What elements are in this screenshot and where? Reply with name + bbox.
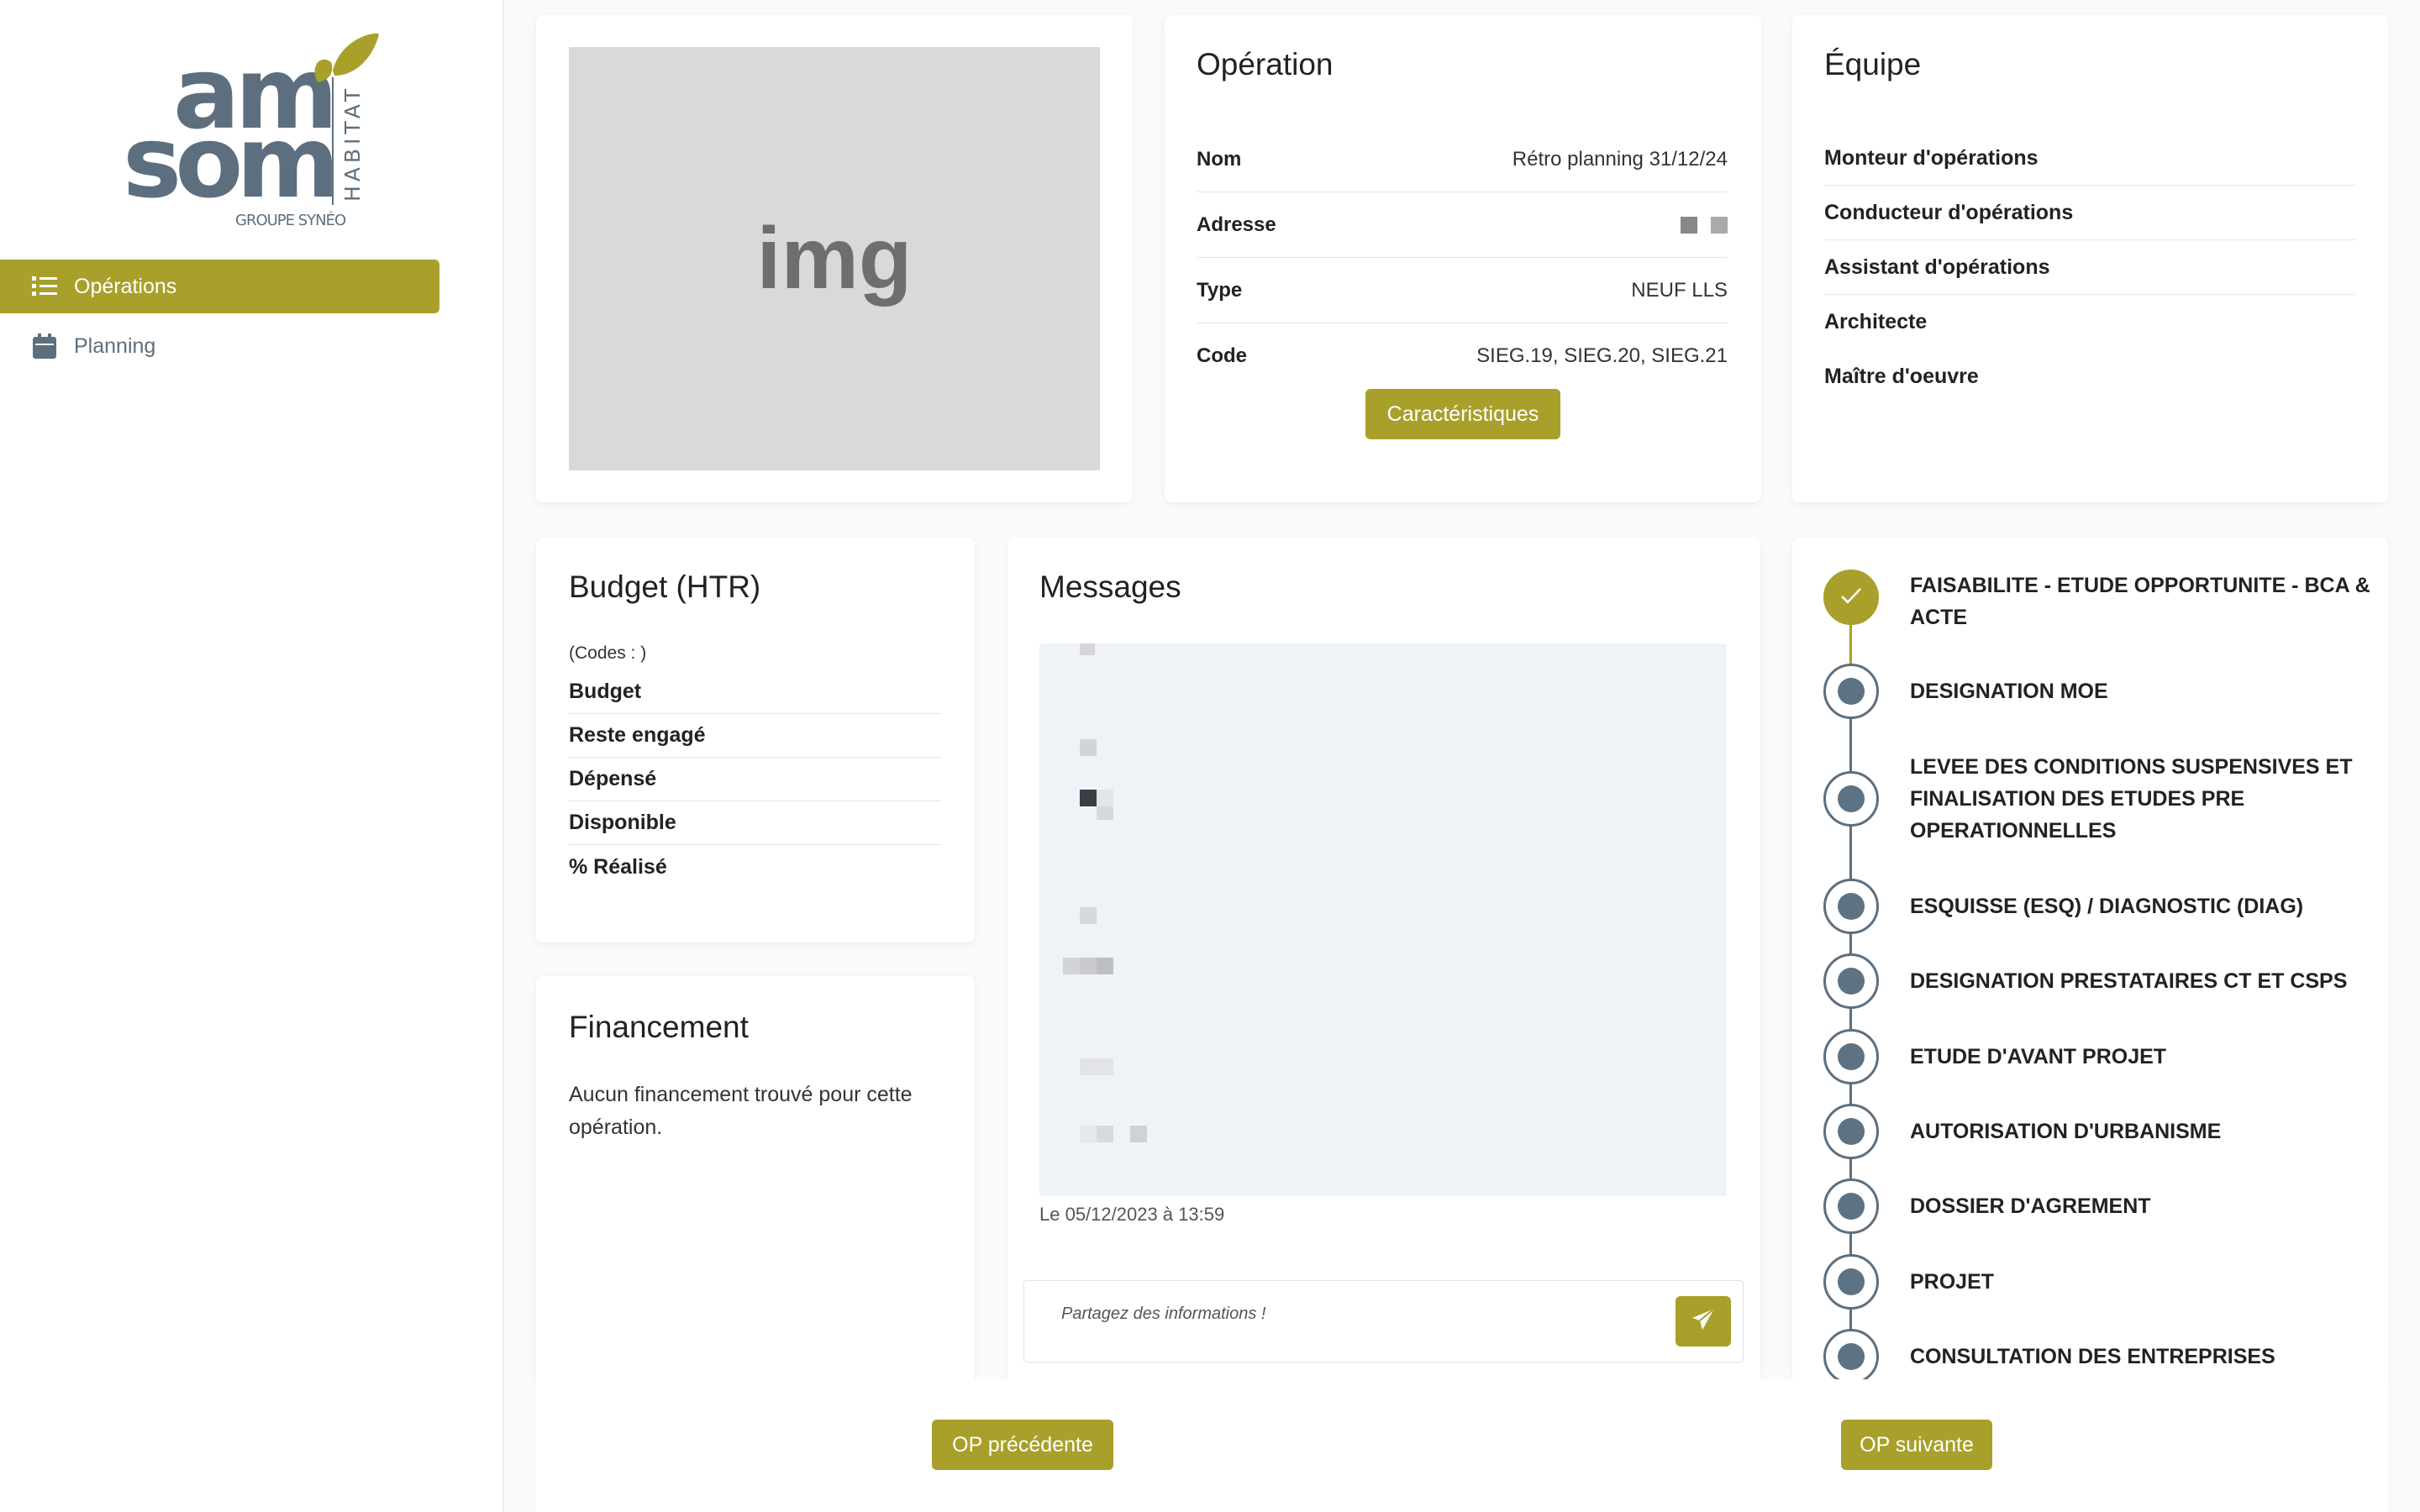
operation-navigation-bar: OP précédente OP suivante <box>536 1379 2388 1512</box>
row-key: Type <box>1197 278 1243 302</box>
sidebar-item-label: Opérations <box>74 274 177 298</box>
leaf-icon <box>333 33 379 76</box>
row-key: Adresse <box>1197 213 1276 236</box>
team-role: Assistant d'opérations <box>1824 240 2355 295</box>
operation-title: Opération <box>1197 47 1334 81</box>
budget-row: Budget <box>569 670 942 714</box>
caracteristiques-button[interactable]: Caractéristiques <box>1365 389 1560 439</box>
operation-image-card: img <box>536 15 1133 502</box>
budget-codes: (Codes : ) <box>569 643 647 663</box>
timeline-step-label: PROJET <box>1910 1270 1995 1294</box>
budget-row: Disponible <box>569 801 942 845</box>
team-title: Équipe <box>1824 47 1922 81</box>
send-message-button[interactable] <box>1676 1296 1731 1347</box>
timeline-step[interactable] <box>1823 1104 1879 1159</box>
step-dot-icon <box>1838 785 1865 812</box>
row-value: NEUF LLS <box>1631 278 1728 302</box>
sidebar-item-label: Planning <box>74 333 156 358</box>
row-key: Nom <box>1197 147 1242 171</box>
financement-card: Financement Aucun financement trouvé pou… <box>536 976 975 1379</box>
timeline-step-label: AUTORISATION D'URBANISME <box>1910 1120 2222 1143</box>
messages-card: Messages Le 05/12/2023 à 13:59 Partagez … <box>1007 538 1760 1379</box>
timeline-step[interactable] <box>1823 664 1879 719</box>
timeline-step[interactable] <box>1823 879 1879 934</box>
step-dot-icon <box>1838 968 1865 995</box>
operation-row-nom: Nom Rétro planning 31/12/24 <box>1197 127 1728 192</box>
timeline-step[interactable] <box>1823 1179 1879 1234</box>
row-key: Code <box>1197 344 1247 367</box>
address-redacted <box>1667 213 1728 237</box>
phases-timeline-card: FAISABILITE - ETUDE OPPORTUNITE - BCA & … <box>1792 538 2388 1379</box>
budget-row: Dépensé <box>569 758 942 801</box>
sidebar: am som HABITAT GROUPE SYNÉO Opérations P… <box>0 0 504 1512</box>
row-value: SIEG.19, SIEG.20, SIEG.21 <box>1476 344 1728 367</box>
step-dot-icon <box>1838 1268 1865 1295</box>
calendar-icon <box>32 333 57 359</box>
budget-title: Budget (HTR) <box>569 570 761 604</box>
timeline-step[interactable] <box>1823 953 1879 1009</box>
send-icon <box>1691 1307 1715 1336</box>
team-role: Conducteur d'opérations <box>1824 186 2355 240</box>
logo-letters-som: som <box>123 104 333 220</box>
timeline-step-label: ESQUISSE (ESQ) / DIAGNOSTIC (DIAG) <box>1910 895 2304 918</box>
list-icon <box>32 274 57 299</box>
operation-card: Opération Nom Rétro planning 31/12/24 Ad… <box>1165 15 1761 502</box>
message-input[interactable]: Partagez des informations ! <box>1023 1280 1744 1362</box>
row-value: Rétro planning 31/12/24 <box>1512 147 1728 171</box>
step-dot-icon <box>1838 1118 1865 1145</box>
timeline-step-label: LEVEE DES CONDITIONS SUSPENSIVES ET FINA… <box>1910 755 2353 843</box>
timeline-step-label: DESIGNATION MOE <box>1910 680 2108 703</box>
check-icon <box>1840 586 1862 609</box>
step-dot-icon <box>1838 678 1865 705</box>
message-timestamp: Le 05/12/2023 à 13:59 <box>1039 1204 1225 1225</box>
financement-title: Financement <box>569 1010 749 1044</box>
team-card: Équipe Monteur d'opérations Conducteur d… <box>1792 15 2388 502</box>
previous-operation-button[interactable]: OP précédente <box>932 1420 1113 1470</box>
timeline-step-done[interactable] <box>1823 570 1879 625</box>
budget-card: Budget (HTR) (Codes : ) Budget Reste eng… <box>536 538 975 942</box>
sidebar-item-operations[interactable]: Opérations <box>0 260 439 313</box>
next-operation-button[interactable]: OP suivante <box>1841 1420 1992 1470</box>
timeline-step[interactable] <box>1823 1029 1879 1084</box>
step-dot-icon <box>1838 1193 1865 1220</box>
team-role: Monteur d'opérations <box>1824 131 2355 186</box>
timeline-step-label: CONSULTATION DES ENTREPRISES <box>1910 1345 2275 1368</box>
message-thread[interactable] <box>1039 643 1727 1196</box>
team-role: Maître d'oeuvre <box>1824 365 1979 388</box>
step-dot-icon <box>1838 1043 1865 1070</box>
team-role: Architecte <box>1824 310 1928 333</box>
message-input-placeholder: Partagez des informations ! <box>1061 1305 1266 1323</box>
sidebar-item-planning[interactable]: Planning <box>0 319 439 373</box>
step-dot-icon <box>1838 1343 1865 1370</box>
timeline-step-label: DESIGNATION PRESTATAIRES CT ET CSPS <box>1910 969 2348 993</box>
operation-image-placeholder: img <box>569 47 1100 470</box>
budget-row: Reste engagé <box>569 714 942 758</box>
operation-row-code: Code SIEG.19, SIEG.20, SIEG.21 <box>1197 323 1728 389</box>
timeline-step[interactable] <box>1823 771 1879 827</box>
timeline-step-label: ETUDE D'AVANT PROJET <box>1910 1045 2167 1068</box>
timeline-step[interactable] <box>1823 1254 1879 1310</box>
messages-title: Messages <box>1039 570 1181 604</box>
timeline-step[interactable] <box>1823 1329 1879 1379</box>
operation-row-adresse: Adresse <box>1197 192 1728 258</box>
logo-habitat: HABITAT <box>340 85 365 202</box>
step-dot-icon <box>1838 893 1865 920</box>
budget-row: % Réalisé <box>569 854 667 879</box>
logo-groupe-syneo: GROUPE SYNÉO <box>235 211 346 229</box>
timeline-step-label: FAISABILITE - ETUDE OPPORTUNITE - BCA & … <box>1910 574 2370 629</box>
timeline-step-label: DOSSIER D'AGREMENT <box>1910 1194 2151 1218</box>
operation-row-type: Type NEUF LLS <box>1197 258 1728 323</box>
amsom-habitat-logo[interactable]: am som HABITAT GROUPE SYNÉO <box>123 29 383 230</box>
financement-empty-text: Aucun financement trouvé pour cette opér… <box>569 1083 913 1139</box>
